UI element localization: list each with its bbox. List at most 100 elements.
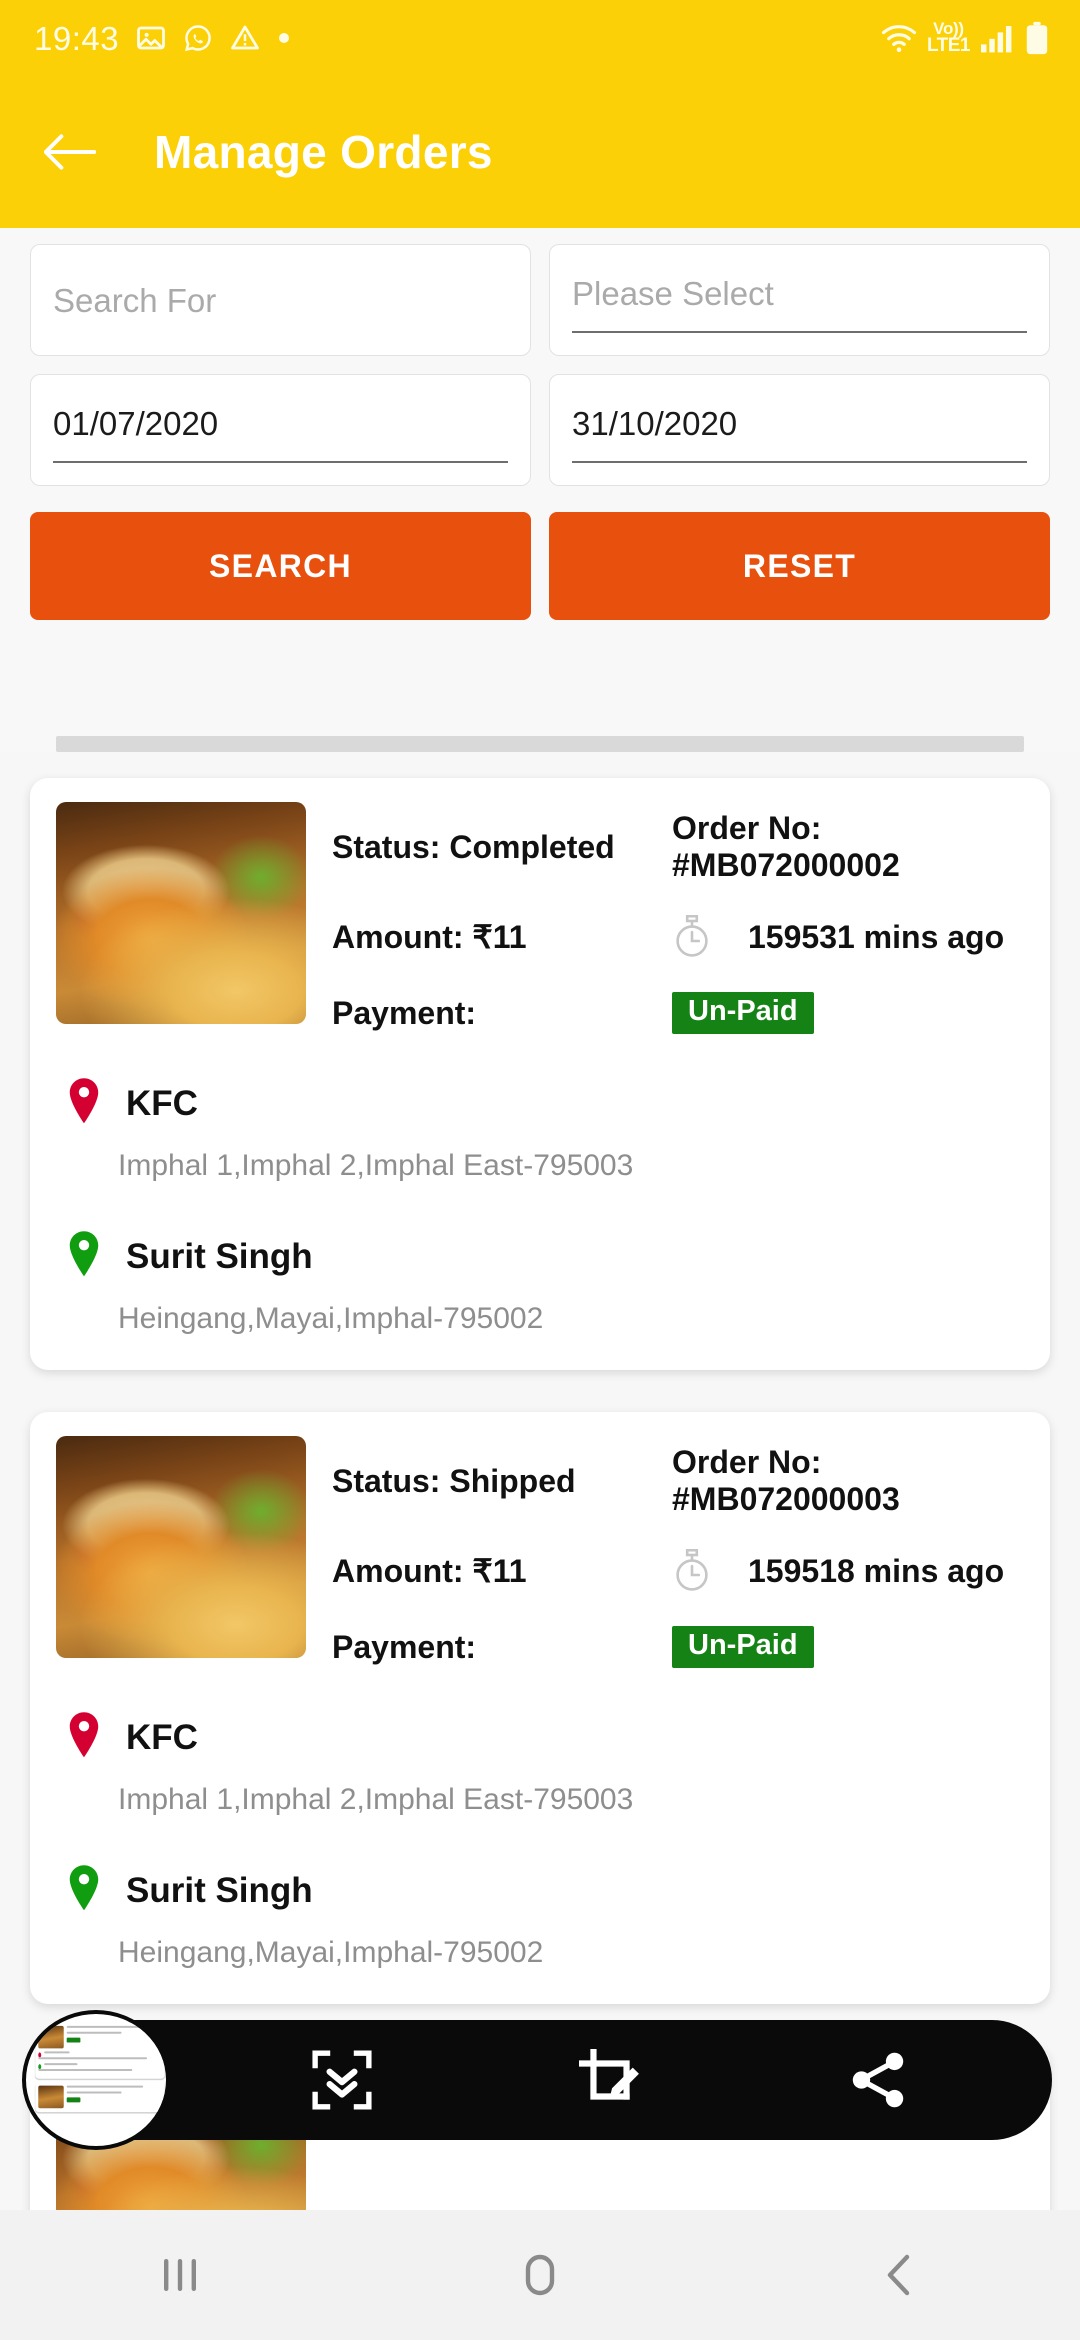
pickup-header: KFC: [56, 1076, 1024, 1131]
scroll-capture-icon[interactable]: [303, 2041, 381, 2119]
crop-edit-icon[interactable]: [571, 2041, 649, 2119]
order-details: Status: Shipped Order No: #MB072000003 A…: [332, 1436, 1024, 1670]
pickup-name: KFC: [126, 1717, 198, 1757]
order-thumbnail: [56, 802, 306, 1024]
preview-mini-thumb: [38, 2025, 64, 2049]
drop-address-block: Surit Singh Heingang,Mayai,Imphal-795002: [56, 1229, 1024, 1336]
order-thumbnail: [56, 1436, 306, 1658]
date-from-input[interactable]: 01/07/2020: [30, 374, 531, 486]
order-status: Status: Shipped: [332, 1462, 576, 1499]
filter-row-2: 01/07/2020 31/10/2020: [30, 374, 1050, 486]
screenshot-preview-content: [35, 2022, 165, 2116]
screenshot-preview-thumbnail[interactable]: [22, 2010, 170, 2150]
order-row-amount: Amount: ₹11 159531 mins ago: [332, 914, 1024, 960]
order-row-amount: Amount: ₹11 159518 mins ago: [332, 1548, 1024, 1594]
order-amount: Amount: ₹11: [332, 1553, 527, 1589]
filter-actions: SEARCH RESET: [30, 512, 1050, 620]
share-icon[interactable]: [839, 2041, 917, 2119]
preview-mini-card: [35, 2082, 165, 2113]
page-title: Manage Orders: [154, 126, 493, 178]
screenshot-toolbar-actions: [28, 2041, 1052, 2119]
drop-header: Surit Singh: [56, 1863, 1024, 1918]
status-badge: Un-Paid: [672, 1626, 814, 1668]
drop-address: Heingang,Mayai,Imphal-795002: [118, 1302, 544, 1335]
order-number: Order No: #MB072000002: [672, 810, 900, 883]
drop-pin-icon: [64, 1863, 104, 1918]
section-divider: [56, 736, 1024, 752]
app-bar: Manage Orders: [0, 76, 1080, 228]
order-payment-group: Un-Paid: [672, 1626, 1024, 1668]
reset-button[interactable]: RESET: [549, 512, 1050, 620]
order-row-status: Status: Completed Order No: #MB072000002: [332, 810, 1024, 884]
preview-mini-thumb: [38, 2085, 64, 2109]
back-icon[interactable]: [840, 2230, 960, 2320]
dot-icon: [277, 31, 291, 45]
drop-pin-icon: [64, 1229, 104, 1284]
drop-address: Heingang,Mayai,Imphal-795002: [118, 1936, 544, 1969]
volte-icon: Vo)) LTE1: [926, 18, 971, 57]
category-select[interactable]: Please Select: [549, 244, 1050, 356]
pickup-address: Imphal 1,Imphal 2,Imphal East-795003: [118, 1149, 634, 1182]
drop-name: Surit Singh: [126, 1870, 313, 1910]
order-row-payment: Payment: Un-Paid: [332, 1624, 1024, 1670]
system-navigation-bar: [0, 2210, 1080, 2340]
order-time-ago: 159531 mins ago: [748, 918, 1005, 955]
drop-address-block: Surit Singh Heingang,Mayai,Imphal-795002: [56, 1863, 1024, 1970]
image-icon: [136, 23, 166, 53]
stopwatch-icon: [672, 1549, 712, 1593]
pickup-header: KFC: [56, 1710, 1024, 1765]
pickup-pin-icon: [64, 1710, 104, 1765]
occluded-order-row: [60, 2151, 1040, 2188]
status-bar-left: 19:43: [34, 22, 291, 55]
home-icon[interactable]: [480, 2230, 600, 2320]
wifi-icon: [880, 21, 918, 55]
order-card-header: Status: Shipped Order No: #MB072000003 A…: [56, 1436, 1024, 1670]
order-card[interactable]: Status: Shipped Order No: #MB072000003 A…: [30, 1412, 1050, 2004]
search-input[interactable]: Search For: [30, 244, 531, 356]
recents-icon[interactable]: [120, 2230, 240, 2320]
order-card[interactable]: Status: Completed Order No: #MB072000002…: [30, 778, 1050, 1370]
status-bar-right: Vo)) LTE1: [880, 0, 1050, 76]
date-from-value: 01/07/2020: [53, 404, 219, 442]
search-input-placeholder: Search For: [53, 281, 217, 319]
select-underline: [572, 331, 1027, 333]
stopwatch-icon: [672, 915, 712, 959]
whatsapp-icon: [183, 23, 213, 53]
pickup-address: Imphal 1,Imphal 2,Imphal East-795003: [118, 1783, 634, 1816]
pickup-pin-icon: [64, 1076, 104, 1131]
order-row-payment: Payment: Un-Paid: [332, 990, 1024, 1036]
pickup-name: KFC: [126, 1083, 198, 1123]
date-to-input[interactable]: 31/10/2020: [549, 374, 1050, 486]
search-button[interactable]: SEARCH: [30, 512, 531, 620]
warning-icon: [230, 23, 260, 53]
order-number: Order No: #MB072000003: [672, 1444, 900, 1517]
search-filter-form: Search For Please Select 01/07/2020 31/1…: [0, 228, 1080, 752]
order-time-group: 159531 mins ago: [672, 915, 1024, 959]
back-arrow-icon[interactable]: [40, 122, 100, 182]
preview-mini-card: [35, 2022, 165, 2079]
order-card-header: Status: Completed Order No: #MB072000002…: [56, 802, 1024, 1036]
order-details: Status: Completed Order No: #MB072000002…: [332, 802, 1024, 1036]
drop-header: Surit Singh: [56, 1229, 1024, 1284]
status-bar: 19:43 Vo)) LTE1: [0, 0, 1080, 76]
status-badge: Un-Paid: [672, 992, 814, 1034]
order-row-status: Status: Shipped Order No: #MB072000003: [332, 1444, 1024, 1518]
battery-icon: [1024, 21, 1050, 55]
signal-icon: [979, 22, 1015, 54]
filter-row-1: Search For Please Select: [30, 244, 1050, 356]
date-from-underline: [53, 461, 508, 463]
date-to-value: 31/10/2020: [572, 404, 738, 442]
order-payment-label: Payment:: [332, 1628, 477, 1665]
pickup-address-block: KFC Imphal 1,Imphal 2,Imphal East-795003: [56, 1710, 1024, 1817]
order-status: Status: Completed: [332, 828, 615, 865]
order-payment-group: Un-Paid: [672, 992, 1024, 1034]
category-select-placeholder: Please Select: [572, 274, 774, 312]
drop-name: Surit Singh: [126, 1236, 313, 1276]
status-bar-clock: 19:43: [34, 19, 120, 57]
order-time-group: 159518 mins ago: [672, 1549, 1024, 1593]
pickup-address-block: KFC Imphal 1,Imphal 2,Imphal East-795003: [56, 1076, 1024, 1183]
screenshot-toolbar[interactable]: [22, 2010, 1052, 2150]
order-time-ago: 159518 mins ago: [748, 1552, 1005, 1589]
date-to-underline: [572, 461, 1027, 463]
order-amount: Amount: ₹11: [332, 919, 527, 955]
